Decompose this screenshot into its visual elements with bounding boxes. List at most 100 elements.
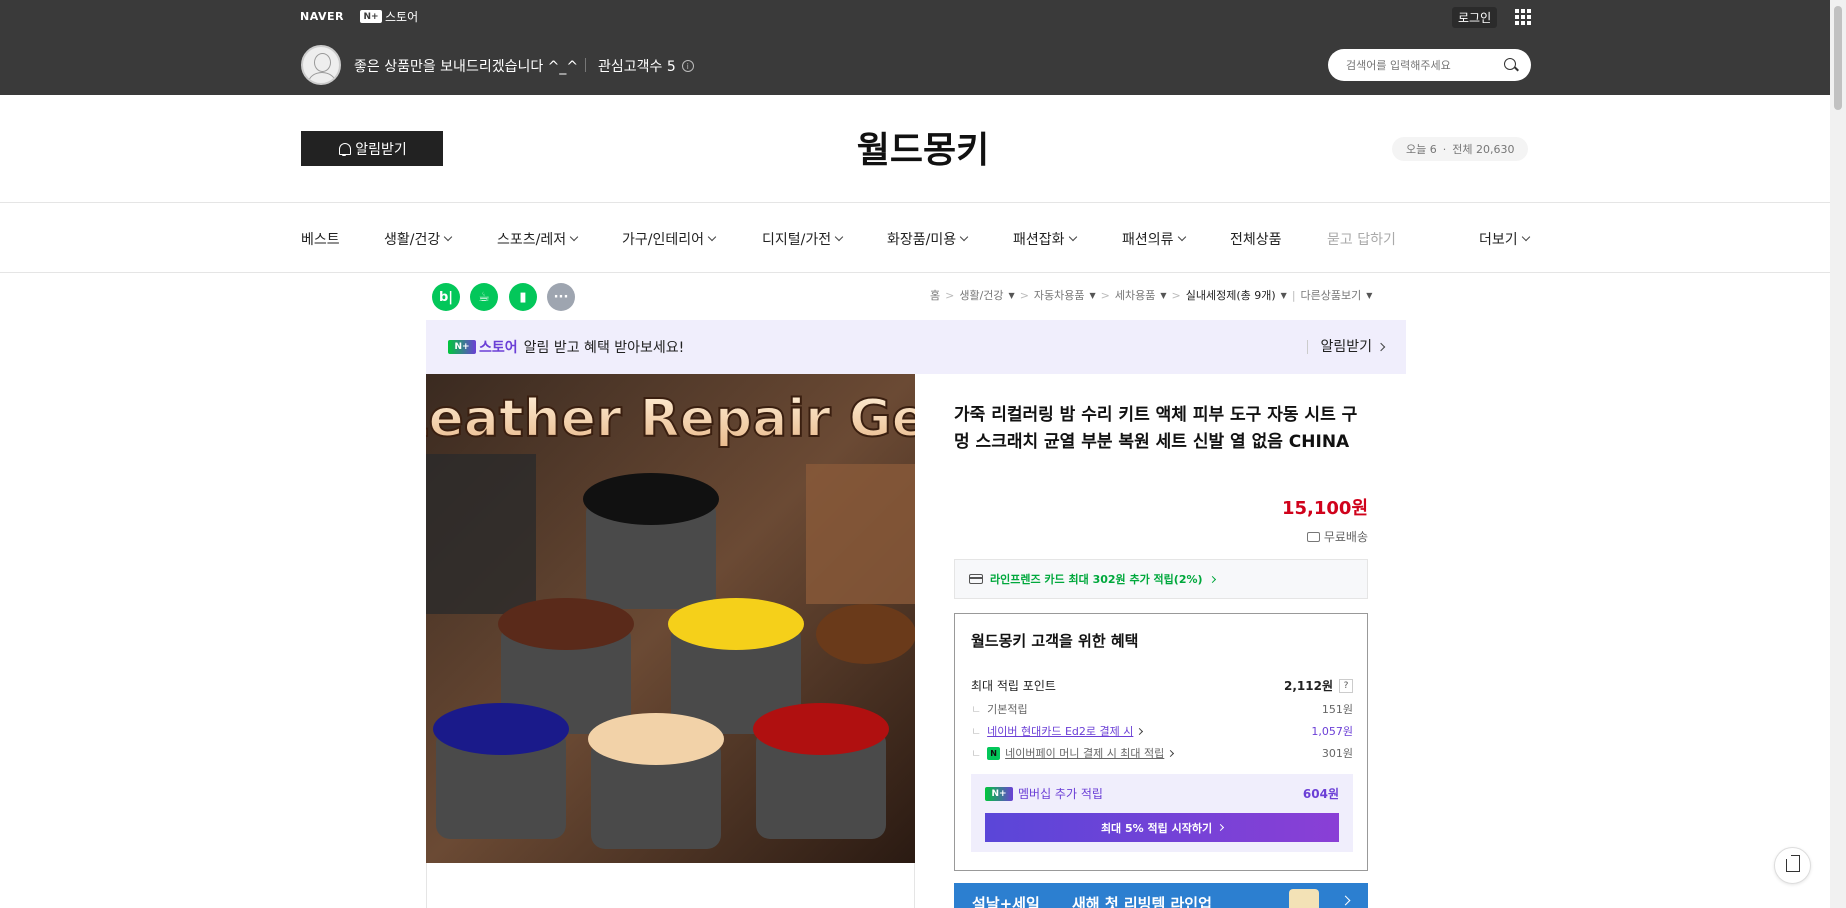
product-price: 15,100원: [1170, 494, 1368, 520]
apps-grid-icon[interactable]: [1515, 9, 1531, 25]
fans-count: 관심고객수 5 i: [598, 56, 694, 76]
dot-separator: ·: [1442, 142, 1447, 156]
category-nav: 베스트 생활/건강 스포츠/레저 가구/인테리어 디지털/가전 화장품/미용 패…: [0, 203, 1846, 273]
membership-box: N+ 멤버십 추가 적립 604원 최대 5% 적립 시작하기: [971, 774, 1353, 852]
tree-elbow: ㄴ: [971, 725, 982, 738]
nplus-badge: N+: [360, 10, 382, 23]
npay-points-row: ㄴ N 네이버페이 머니 결제 시 최대 적립 301원: [971, 745, 1353, 761]
divider: [585, 58, 586, 72]
max-points-row: 최대 적립 포인트 2,112원 ?: [971, 677, 1353, 694]
login-button[interactable]: 로그인: [1452, 7, 1498, 28]
chevron-right-icon: [1136, 727, 1144, 735]
card-points-row: ㄴ 네이버 현대카드 Ed2로 결제 시 1,057원: [971, 723, 1353, 739]
bookmark-share-icon[interactable]: ▮: [509, 283, 537, 311]
npay-icon: N: [987, 746, 1001, 760]
tree-elbow: ㄴ: [971, 703, 982, 716]
help-icon[interactable]: ?: [1339, 678, 1353, 693]
max-points-label: 최대 적립 포인트: [971, 679, 1056, 693]
more-share-icon[interactable]: ···: [547, 283, 575, 311]
chevron-right-icon: [1167, 749, 1175, 757]
nav-label: 묻고 답하기: [1327, 232, 1396, 248]
customer-benefit-box: 월드몽키 고객을 위한 혜택 최대 적립 포인트 2,112원 ? ㄴ 기본적립…: [954, 613, 1368, 871]
nav-label: 화장품/미용: [887, 232, 957, 248]
chevron-down-icon: [1521, 232, 1530, 242]
nav-label: 패션잡화: [1013, 232, 1065, 248]
product-photo: Leather Repair Gel: [426, 374, 915, 863]
nav-best[interactable]: 베스트: [301, 229, 340, 249]
promo-banner[interactable]: 설날+세일 새해 첫 리빙템 라인업: [954, 883, 1368, 908]
image-area-below: [426, 863, 915, 908]
promo-text-2: 새해 첫 리빙템 라인업: [1072, 895, 1212, 908]
nav-more[interactable]: 더보기: [1479, 229, 1530, 249]
nav-label: 베스트: [301, 232, 340, 248]
npay-points-value: 301원: [1321, 747, 1353, 760]
membership-start-button[interactable]: 최대 5% 적립 시작하기: [985, 813, 1339, 842]
shipping-label: 무료배송: [1323, 530, 1368, 544]
search-icon[interactable]: [1503, 57, 1519, 73]
card-points-link[interactable]: 네이버 현대카드 Ed2로 결제 시: [987, 723, 1133, 739]
basic-points-label: 기본적립: [987, 703, 1028, 716]
nav-digital[interactable]: 디지털/가전: [762, 229, 844, 249]
breadcrumb-level3[interactable]: 세차용품: [1115, 287, 1155, 303]
card-benefit-text: 라인프렌즈 카드 최대 302원 추가 적립(2%): [990, 573, 1203, 586]
breadcrumb-level2[interactable]: 자동차용품: [1034, 287, 1085, 303]
truck-icon: [1306, 531, 1320, 542]
cafe-share-icon[interactable]: ☕: [470, 283, 498, 311]
nav-cosmetics[interactable]: 화장품/미용: [887, 229, 969, 249]
scrollbar[interactable]: [1830, 0, 1846, 908]
nplus-store-logo: N+ 스토어: [448, 337, 518, 357]
nplus-badge: N+: [985, 786, 1013, 801]
scrollbar-thumb[interactable]: [1834, 6, 1842, 110]
membership-button-label: 최대 5% 적립 시작하기: [1100, 821, 1213, 835]
nav-furniture[interactable]: 가구/인테리어: [622, 229, 717, 249]
price-number: 15,100: [1281, 498, 1352, 519]
breadcrumb-home[interactable]: 홈: [930, 287, 940, 303]
chevron-down-icon: [834, 232, 844, 242]
store-name[interactable]: 월드몽키: [0, 121, 1846, 173]
breadcrumb: 홈 > 생활/건강 ▼ > 자동차용품 ▼ > 세차용품 ▼ > 실내세정제(총 9개…: [930, 287, 1372, 303]
search-box: [1328, 49, 1531, 81]
nav-all-products[interactable]: 전체상품: [1230, 229, 1282, 249]
product-title: 가죽 리컬러링 밤 수리 키트 액체 피부 도구 자동 시트 구멍 스크래치 균…: [954, 405, 1358, 452]
nav-label: 더보기: [1479, 232, 1518, 248]
breadcrumb-other-products[interactable]: 다른상품보기: [1301, 287, 1362, 303]
basic-points-value: 151원: [1321, 703, 1353, 716]
card-points-value: 1,057원: [1311, 725, 1353, 738]
price-unit: 원: [1351, 498, 1368, 519]
banner-text: 알림 받고 혜택 받아보세요!: [523, 340, 685, 356]
nav-fashion-accessories[interactable]: 패션잡화: [1013, 229, 1077, 249]
search-input[interactable]: [1346, 58, 1496, 72]
card-benefit-box[interactable]: 라인프렌즈 카드 최대 302원 추가 적립(2%): [954, 559, 1368, 599]
tree-elbow: ㄴ: [971, 747, 982, 760]
chevron-right-icon: [1208, 575, 1216, 583]
info-icon[interactable]: i: [681, 60, 694, 72]
share-button[interactable]: [1774, 847, 1811, 884]
blog-share-icon[interactable]: b|: [432, 283, 460, 311]
nav-label: 패션의류: [1122, 232, 1174, 248]
store-header: 알림받기 월드몽키 오늘 6 · 전체 20,630: [0, 95, 1846, 203]
nav-label: 전체상품: [1230, 232, 1282, 248]
naver-logo[interactable]: NAVER: [300, 10, 344, 23]
caret-down-icon: ▼: [1089, 290, 1096, 300]
breadcrumb-current[interactable]: 실내세정제(총 9개): [1186, 287, 1276, 303]
breadcrumb-level1[interactable]: 생활/건강: [959, 287, 1003, 303]
membership-value: 604원: [1302, 787, 1339, 801]
caret-down-icon: ▼: [1366, 290, 1373, 300]
today-visits: 오늘 6: [1406, 143, 1437, 156]
nav-qna[interactable]: 묻고 답하기: [1327, 229, 1396, 249]
naver-store-logo[interactable]: N+ 스토어: [360, 8, 418, 25]
npay-points-link[interactable]: 네이버페이 머니 결제 시 최대 적립: [1005, 745, 1164, 761]
breadcrumb-separator: |: [1291, 288, 1296, 302]
total-visits: 전체 20,630: [1452, 143, 1515, 156]
nav-label: 가구/인테리어: [622, 232, 704, 248]
nav-label: 생활/건강: [384, 232, 441, 248]
nav-fashion-clothing[interactable]: 패션의류: [1122, 229, 1186, 249]
chevron-down-icon: [1068, 232, 1077, 242]
nav-sports[interactable]: 스포츠/레저: [497, 229, 579, 249]
nav-life-health[interactable]: 생활/건강: [384, 229, 453, 249]
chevron-right-icon: [1376, 342, 1386, 352]
product-image[interactable]: Leather Repair Gel: [426, 374, 915, 863]
banner-alarm-link[interactable]: 알림받기: [1307, 340, 1386, 354]
membership-row: N+ 멤버십 추가 적립 604원: [985, 785, 1339, 802]
breadcrumb-separator: >: [1100, 288, 1110, 302]
